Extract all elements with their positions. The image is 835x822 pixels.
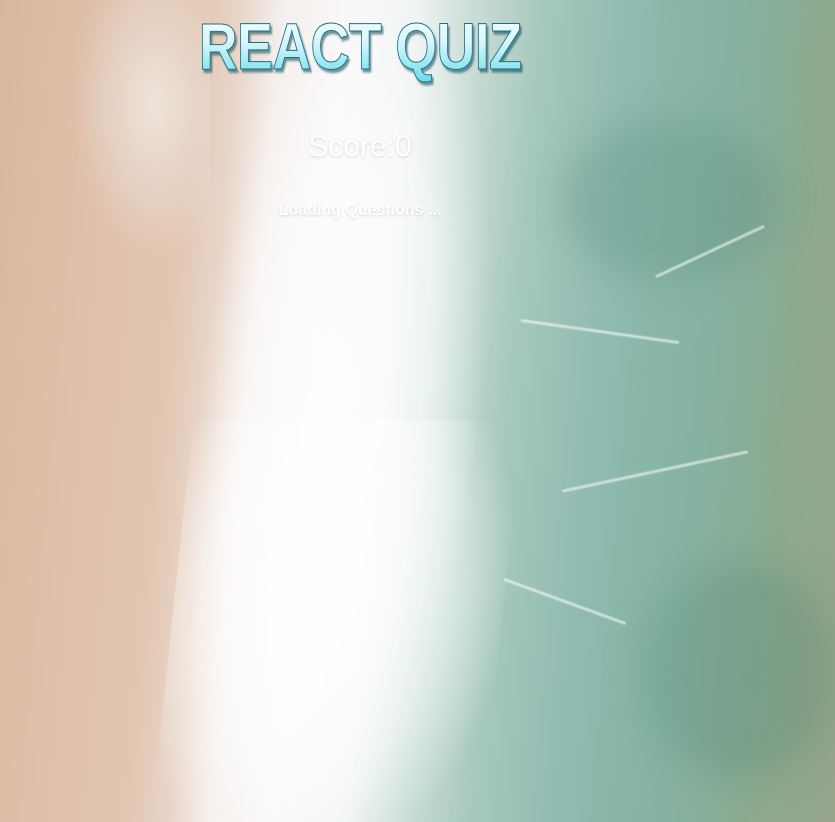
background-sea-streak — [520, 318, 680, 345]
background-sea-shade — [640, 560, 835, 780]
background-wave-foam-lower — [146, 420, 524, 822]
app-title: REACT QUIZ — [65, 8, 655, 84]
loading-status: Loading Questions ... — [278, 202, 442, 219]
background-sea-streak — [503, 577, 627, 626]
quiz-app: REACT QUIZ Score:0 Loading Questions ... — [0, 0, 720, 220]
background-sea-streak — [561, 450, 749, 493]
score-display: Score:0 — [308, 130, 412, 163]
